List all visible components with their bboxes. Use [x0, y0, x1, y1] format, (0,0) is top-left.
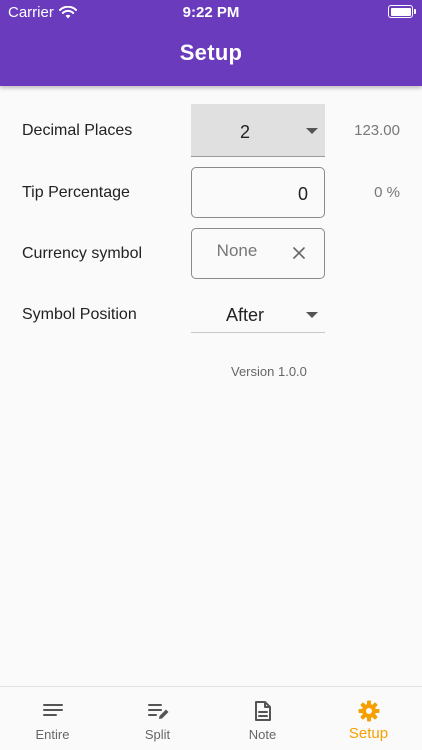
- clock: 9:22 PM: [182, 4, 240, 21]
- version-text: Version 1.0.0: [231, 364, 307, 379]
- tab-setup-label: Setup: [348, 725, 389, 742]
- symbol-position-label: Symbol Position: [22, 306, 137, 323]
- tab-split-label: Split: [144, 727, 171, 742]
- currency-symbol-input[interactable]: None: [191, 228, 325, 279]
- tab-note-label: Note: [248, 727, 277, 742]
- edit-list-icon: [148, 704, 169, 719]
- gear-icon: [358, 700, 380, 722]
- caret-down-icon: [306, 128, 318, 134]
- tab-note[interactable]: Note: [210, 687, 315, 750]
- battery-icon: [388, 5, 416, 18]
- page-title: Setup: [179, 40, 243, 65]
- caret-down-icon: [306, 312, 318, 318]
- note-icon: [255, 701, 271, 721]
- symbol-position-value: After: [225, 305, 264, 325]
- currency-symbol-label: Currency symbol: [22, 245, 143, 262]
- tab-setup[interactable]: Setup: [316, 687, 421, 750]
- tip-percentage-input[interactable]: 0: [191, 167, 325, 218]
- decimal-places-value: 2: [239, 122, 250, 142]
- tab-bar: Entire Split Note Setup: [0, 686, 422, 750]
- status-bar: Carrier 9:22 PM: [0, 0, 422, 24]
- tab-entire-label: Entire: [35, 727, 70, 742]
- clear-icon[interactable]: [292, 246, 306, 260]
- decimal-places-label: Decimal Places: [22, 122, 133, 139]
- tab-entire[interactable]: Entire: [0, 687, 105, 750]
- decimal-places-preview: 123.00: [354, 122, 400, 139]
- tab-split[interactable]: Split: [105, 687, 210, 750]
- tip-percentage-preview: 0 %: [374, 184, 400, 201]
- symbol-position-dropdown[interactable]: After: [191, 300, 325, 333]
- currency-symbol-value: None: [216, 241, 258, 260]
- tip-percentage-value: 0: [297, 184, 308, 204]
- app-header: Carrier 9:22 PM Setup: [0, 0, 422, 86]
- decimal-places-dropdown[interactable]: 2: [191, 104, 325, 157]
- tip-percentage-label: Tip Percentage: [22, 184, 130, 201]
- lines-icon: [43, 704, 63, 716]
